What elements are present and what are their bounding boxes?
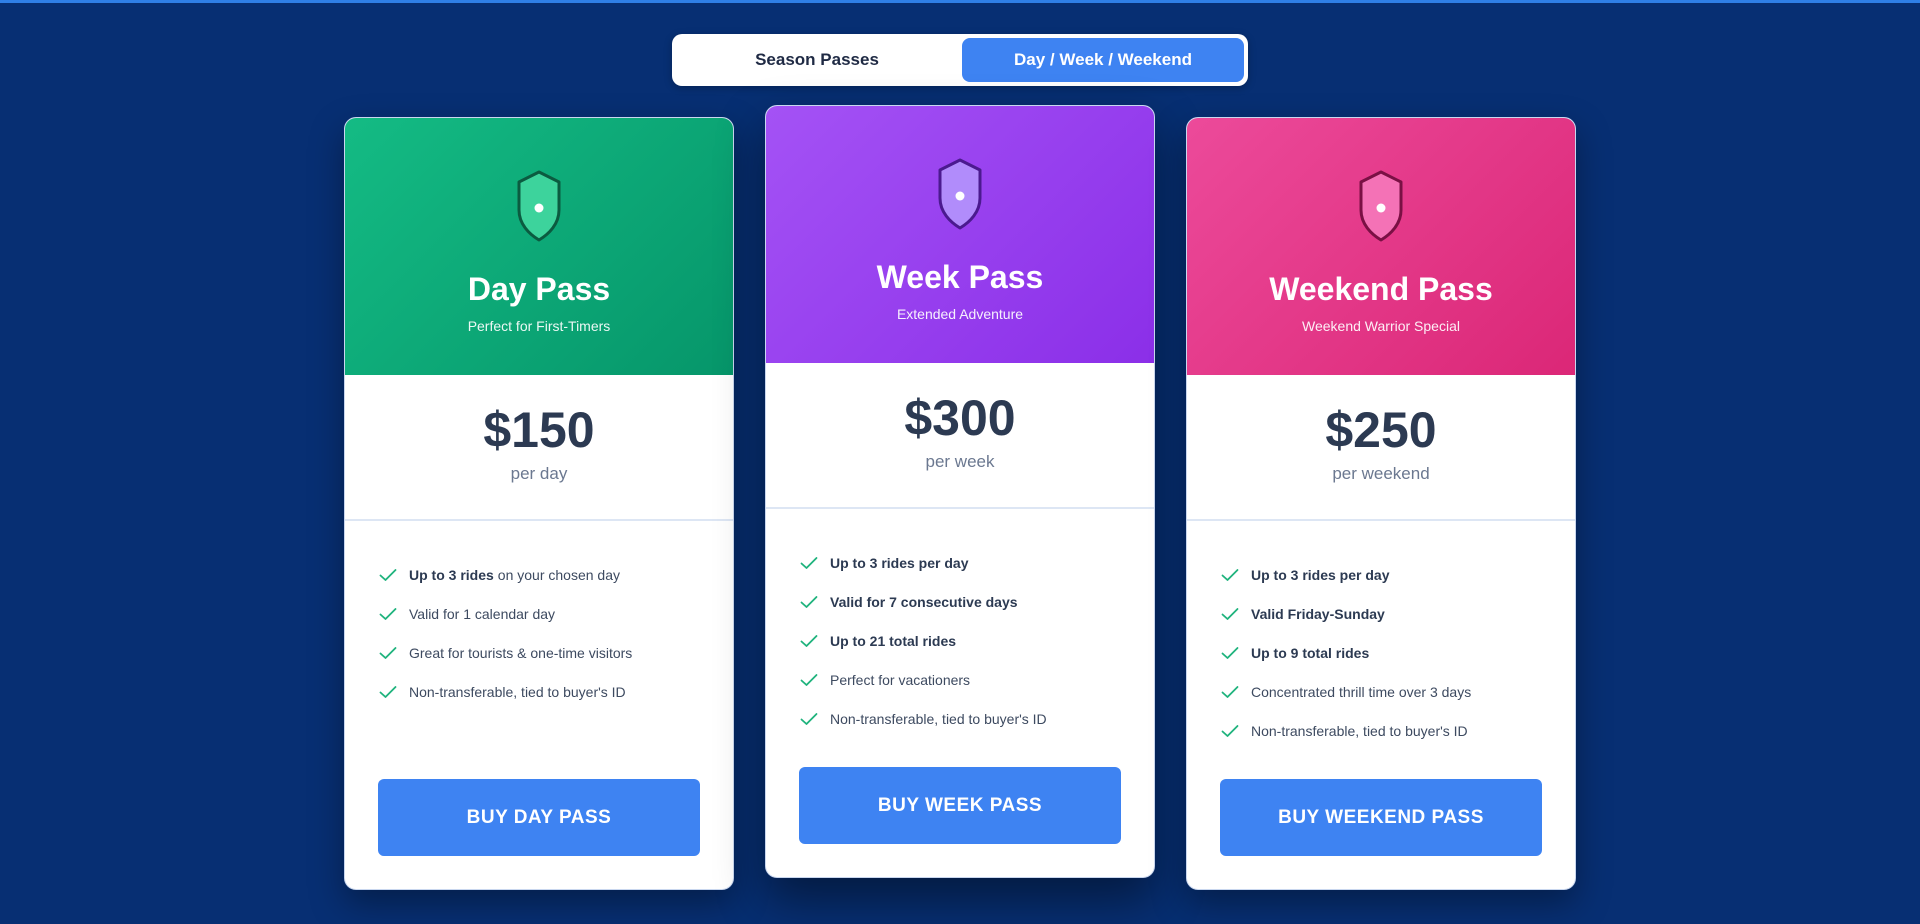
- shield-icon: [517, 170, 561, 242]
- price-period: per weekend: [1332, 464, 1430, 483]
- card-header: Weekend Pass Weekend Warrior Special: [1187, 118, 1575, 375]
- check-icon: [800, 673, 818, 686]
- list-item: Up to 9 total rides: [1221, 633, 1575, 672]
- check-icon: [800, 634, 818, 647]
- card-title: Weekend Pass: [1269, 271, 1493, 307]
- check-icon: [379, 607, 397, 620]
- price: $300: [904, 390, 1016, 446]
- feature-list: Up to 3 rides per day Valid for 7 consec…: [766, 509, 1154, 738]
- tab-season-passes[interactable]: Season Passes: [676, 38, 958, 82]
- card-title: Week Pass: [876, 259, 1044, 295]
- list-item: Non-transferable, tied to buyer's ID: [800, 699, 1154, 738]
- list-item: Valid for 7 consecutive days: [800, 582, 1154, 621]
- list-item: Up to 3 rides per day: [1221, 555, 1575, 594]
- price-period: per day: [510, 464, 568, 483]
- shield-icon: [938, 158, 982, 230]
- tab-day-week-weekend[interactable]: Day / Week / Weekend: [962, 38, 1244, 82]
- price: $250: [1325, 402, 1437, 458]
- price-section: $250 per weekend: [1187, 375, 1575, 521]
- check-icon: [800, 595, 818, 608]
- card-title: Day Pass: [467, 271, 611, 307]
- card-subtitle: Extended Adventure: [896, 306, 1024, 322]
- buy-day-pass-button[interactable]: BUY DAY PASS: [378, 779, 700, 856]
- list-item: Concentrated thrill time over 3 days: [1221, 672, 1575, 711]
- list-item: Up to 3 rides per day: [800, 543, 1154, 582]
- weekend-pass-card: Weekend Pass Weekend Warrior Special $25…: [1186, 117, 1576, 890]
- day-pass-card: Day Pass Perfect for First-Timers $150 p…: [344, 117, 734, 890]
- check-icon: [1221, 724, 1239, 737]
- list-item: Non-transferable, tied to buyer's ID: [1221, 711, 1575, 750]
- list-item: Up to 3 rides on your chosen day: [379, 555, 733, 594]
- check-icon: [1221, 568, 1239, 581]
- check-icon: [379, 685, 397, 698]
- buy-week-pass-button[interactable]: BUY WEEK PASS: [799, 767, 1121, 844]
- top-accent-line: [0, 0, 1920, 3]
- check-icon: [800, 712, 818, 725]
- card-header: Day Pass Perfect for First-Timers: [345, 118, 733, 375]
- check-icon: [379, 568, 397, 581]
- list-item: Non-transferable, tied to buyer's ID: [379, 672, 733, 711]
- check-icon: [1221, 685, 1239, 698]
- list-item: Perfect for vacationers: [800, 660, 1154, 699]
- list-item: Valid Friday-Sunday: [1221, 594, 1575, 633]
- buy-weekend-pass-button[interactable]: BUY WEEKEND PASS: [1220, 779, 1542, 856]
- price-section: $150 per day: [345, 375, 733, 521]
- shield-icon: [1359, 170, 1403, 242]
- list-item: Up to 21 total rides: [800, 621, 1154, 660]
- card-subtitle: Weekend Warrior Special: [1302, 318, 1460, 334]
- card-subtitle: Perfect for First-Timers: [467, 318, 611, 334]
- feature-list: Up to 3 rides per day Valid Friday-Sunda…: [1187, 521, 1575, 750]
- check-icon: [379, 646, 397, 659]
- card-header: Week Pass Extended Adventure: [766, 106, 1154, 363]
- feature-list: Up to 3 rides on your chosen day Valid fo…: [345, 521, 733, 711]
- check-icon: [1221, 646, 1239, 659]
- list-item: Valid for 1 calendar day: [379, 594, 733, 633]
- list-item: Great for tourists & one-time visitors: [379, 633, 733, 672]
- price-period: per week: [925, 452, 995, 471]
- price-section: $300 per week: [766, 363, 1154, 509]
- check-icon: [1221, 607, 1239, 620]
- check-icon: [800, 556, 818, 569]
- pass-type-toggle: Season Passes Day / Week / Weekend: [672, 34, 1248, 86]
- week-pass-card: Week Pass Extended Adventure $300 per we…: [765, 105, 1155, 878]
- price: $150: [483, 402, 595, 458]
